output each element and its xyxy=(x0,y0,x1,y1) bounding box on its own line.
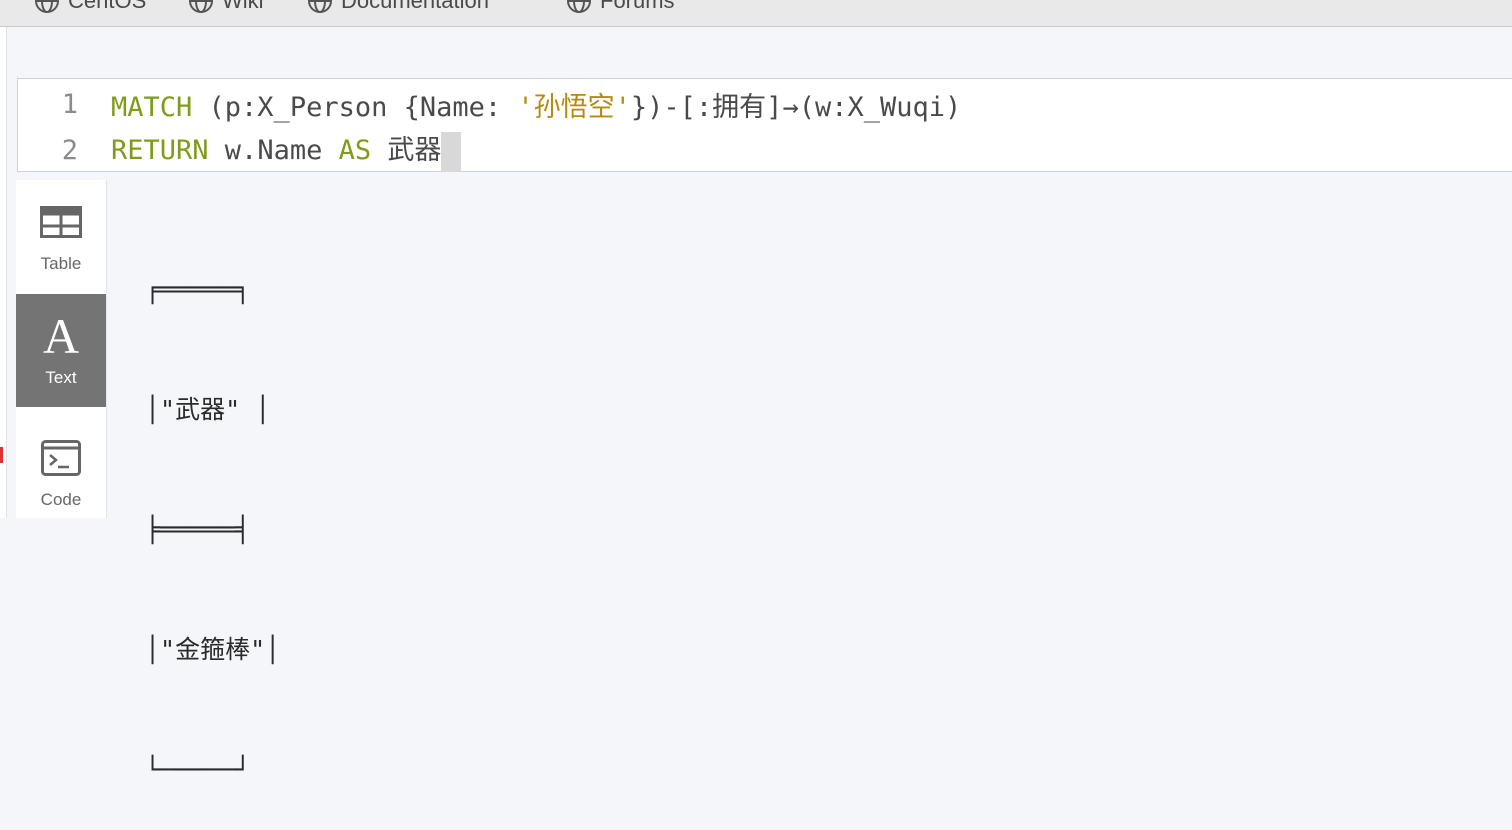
result-top-border: ╒═════╕ xyxy=(145,275,251,304)
bookmark-wiki[interactable]: Wiki xyxy=(188,0,264,14)
bookmark-centos[interactable]: CentOS xyxy=(34,0,146,14)
bookmark-documentation[interactable]: Documentation xyxy=(307,0,489,14)
tab-text[interactable]: A Text xyxy=(16,294,106,407)
tab-table[interactable]: Table xyxy=(16,180,106,293)
bookmark-label: Wiki xyxy=(222,0,264,13)
line-number: 1 xyxy=(61,88,78,120)
text-icon: A xyxy=(42,308,80,364)
left-window-edge xyxy=(0,27,7,518)
result-data-row: │"金箍棒"│ xyxy=(145,635,281,664)
tab-code[interactable]: Code xyxy=(16,416,106,529)
table-icon xyxy=(40,202,82,242)
code-icon xyxy=(41,438,81,478)
result-separator: ╞═════╡ xyxy=(145,515,251,544)
editor-line-1: 1 MATCH (p:X_Person {Name: '孙悟空'})-[:拥有]… xyxy=(18,81,962,127)
pattern-start: (p:X_Person {Name: xyxy=(192,91,518,123)
query-editor[interactable]: 1 MATCH (p:X_Person {Name: '孙悟空'})-[:拥有]… xyxy=(17,78,1512,172)
globe-icon xyxy=(566,0,592,14)
globe-icon xyxy=(34,0,60,14)
line-number: 2 xyxy=(61,134,78,166)
bookmarks-bar: CentOS Wiki Documentation Forums xyxy=(0,0,1512,27)
text-cursor xyxy=(441,131,462,172)
globe-icon xyxy=(188,0,214,14)
globe-icon xyxy=(307,0,333,14)
string-literal: '孙悟空' xyxy=(517,91,631,123)
code-text: RETURN w.Name AS 武器 xyxy=(111,128,462,172)
keyword-return: RETURN xyxy=(111,135,209,167)
text-result: ╒═════╕ │"武器" │ ╞═════╡ │"金箍棒"│ └─────┘ xyxy=(145,190,280,830)
result-view-sidebar: Table A Text Code xyxy=(16,180,107,518)
bookmark-forums[interactable]: Forums xyxy=(566,0,675,14)
tab-label: Code xyxy=(40,490,82,509)
bookmark-label: Forums xyxy=(600,0,675,13)
bookmark-label: Documentation xyxy=(341,0,489,13)
keyword-match: MATCH xyxy=(111,91,193,123)
alias: 武器 xyxy=(371,135,442,167)
bookmark-label: CentOS xyxy=(68,0,147,13)
result-bottom-border: └─────┘ xyxy=(145,755,251,784)
edge-marker xyxy=(0,447,3,463)
editor-line-2: 2 RETURN w.Name AS 武器 xyxy=(18,127,462,173)
pattern-end: })-[:拥有]→(w:X_Wuqi) xyxy=(630,91,962,123)
result-header-row: │"武器" │ xyxy=(145,395,271,424)
code-text: MATCH (p:X_Person {Name: '孙悟空'})-[:拥有]→(… xyxy=(111,85,961,124)
tab-label: Text xyxy=(45,368,77,387)
keyword-as: AS xyxy=(338,135,372,167)
tab-label: Table xyxy=(40,254,82,273)
return-expression: w.Name xyxy=(208,135,339,167)
